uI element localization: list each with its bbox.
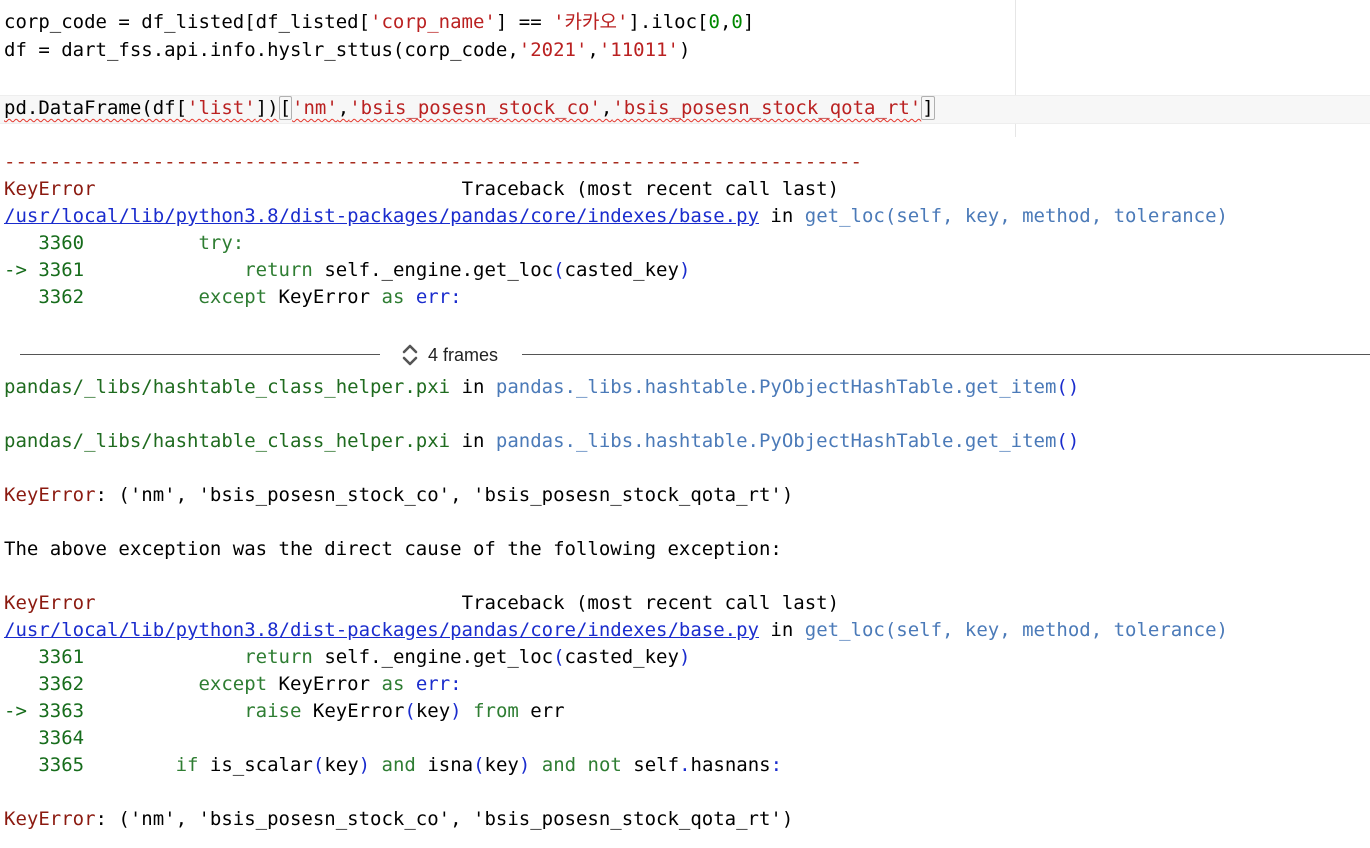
source-file-link[interactable]: /usr/local/lib/python3.8/dist-packages/p… (4, 619, 759, 641)
traceback-code-line: 3360 try: (4, 232, 245, 254)
error-message: KeyError: ('nm', 'bsis_posesn_stock_co',… (4, 808, 794, 830)
traceback-code-line: -> 3363 raise KeyError(key) from err (4, 700, 565, 722)
traceback-location: /usr/local/lib/python3.8/dist-packages/p… (4, 205, 1228, 227)
chevron-up-down-icon (402, 344, 418, 366)
frames-divider-right (522, 354, 1370, 355)
code-cell[interactable]: corp_code = df_listed[df_listed['corp_na… (0, 0, 1370, 137)
traceback-code-line: 3364 (4, 727, 85, 749)
matched-bracket: ] (921, 96, 935, 120)
source-file-link[interactable]: /usr/local/lib/python3.8/dist-packages/p… (4, 205, 759, 227)
traceback-header: KeyError Traceback (most recent call las… (4, 592, 840, 614)
traceback-code-line: 3362 except KeyError as err: (4, 673, 462, 695)
exception-cause-text: The above exception was the direct cause… (4, 538, 782, 560)
frames-count-label: 4 frames (428, 344, 499, 365)
traceback-pxi-frame: pandas/_libs/hashtable_class_helper.pxi … (4, 430, 1080, 452)
frames-toggle[interactable]: 4 frames (400, 340, 498, 370)
traceback-code-line: -> 3361 return self._engine.get_loc(cast… (4, 259, 691, 281)
code-line-1[interactable]: corp_code = df_listed[df_listed['corp_na… (4, 9, 754, 36)
code-line-2[interactable]: df = dart_fss.api.info.hyslr_sttus(corp_… (4, 37, 690, 64)
error-message: KeyError: ('nm', 'bsis_posesn_stock_co',… (4, 484, 794, 506)
matched-bracket: [ (278, 96, 293, 120)
traceback-header: KeyError Traceback (most recent call las… (4, 178, 840, 200)
traceback-code-line: 3361 return self._engine.get_loc(casted_… (4, 646, 691, 668)
traceback-code-line: 3362 except KeyError as err: (4, 286, 462, 308)
traceback-location: /usr/local/lib/python3.8/dist-packages/p… (4, 619, 1228, 641)
traceback-code-line: 3365 if is_scalar(key) and isna(key) and… (4, 754, 783, 776)
code-line-4[interactable]: pd.DataFrame(df['list'])['nm','bsis_pose… (4, 95, 935, 122)
traceback-pxi-frame: pandas/_libs/hashtable_class_helper.pxi … (4, 376, 1080, 398)
error-name: KeyError (4, 178, 96, 200)
error-name: KeyError (4, 592, 96, 614)
frames-divider-left (20, 354, 380, 355)
traceback-separator: ----------------------------------------… (4, 151, 862, 173)
